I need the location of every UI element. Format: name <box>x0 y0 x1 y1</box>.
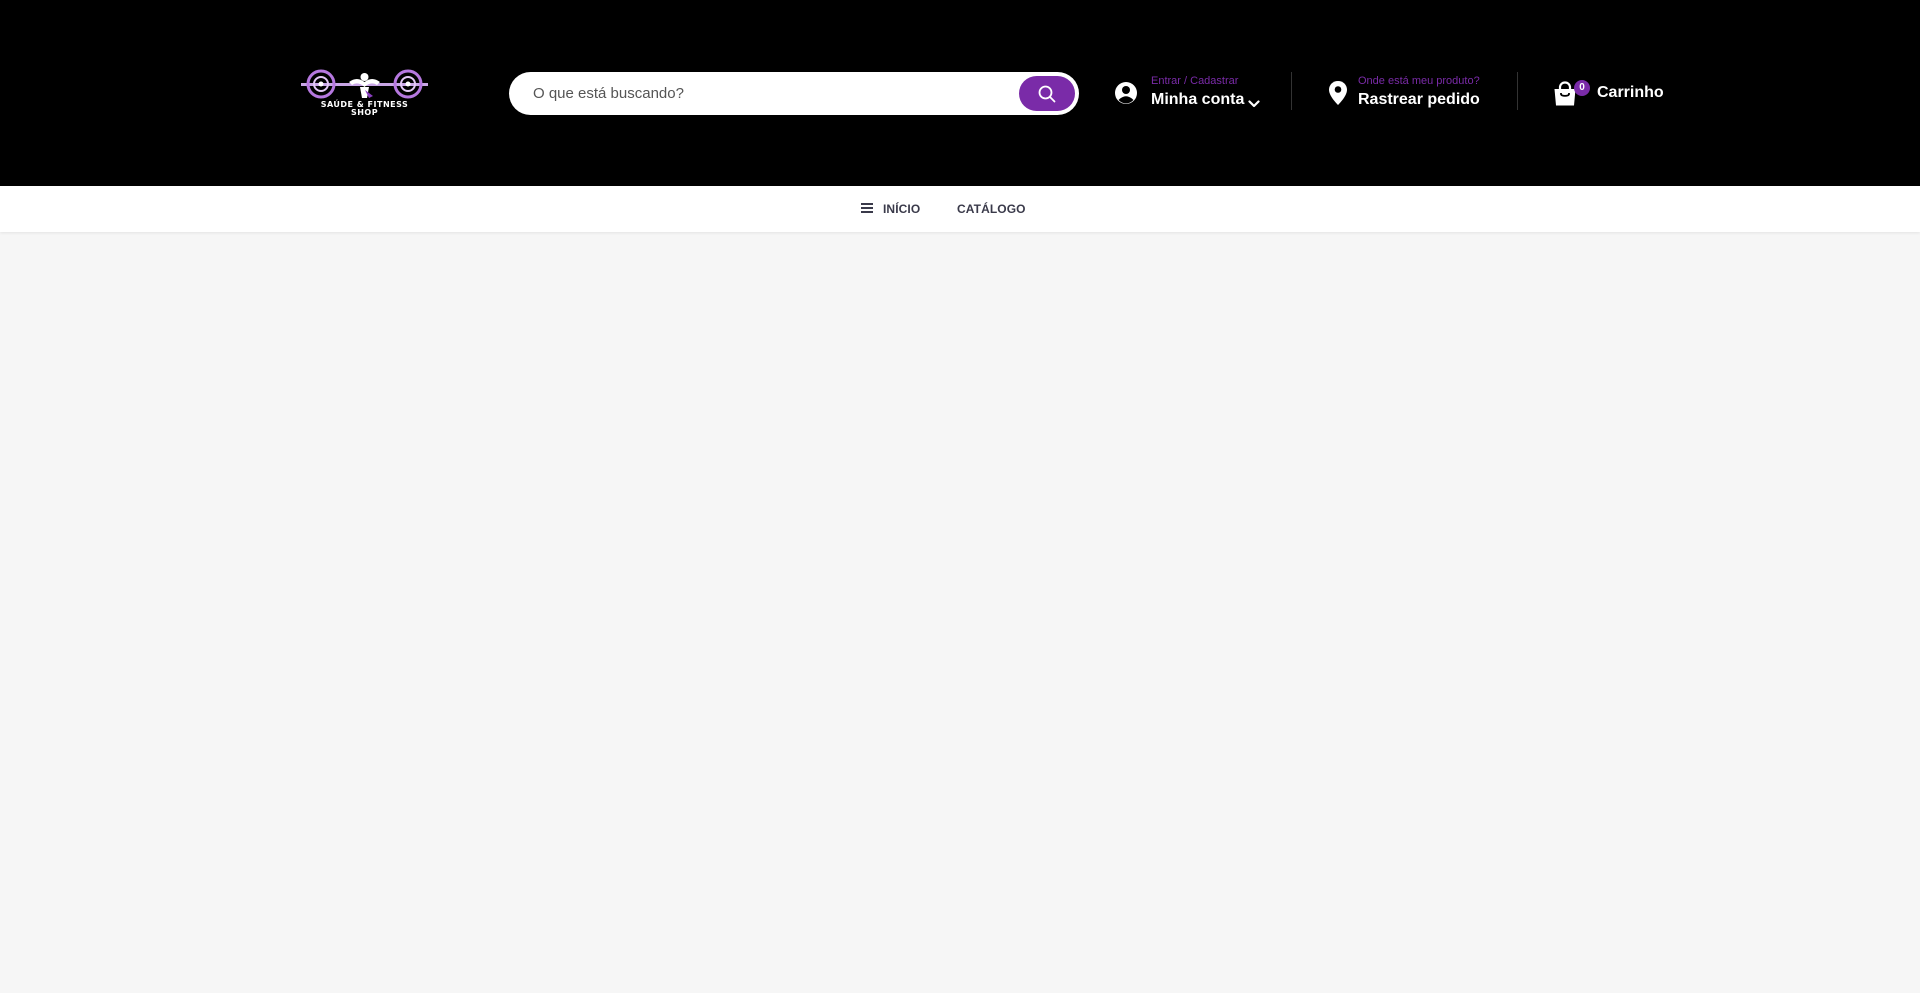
search-bar <box>509 72 1079 115</box>
account-label: Minha conta <box>1151 91 1245 108</box>
logo-barbell-icon <box>301 69 428 99</box>
user-circle-icon <box>1114 81 1138 110</box>
cart-count-badge: 0 <box>1574 80 1590 96</box>
account-sublabel: Entrar / Cadastrar <box>1151 75 1239 87</box>
track-sublabel: Onde está meu produto? <box>1358 75 1480 87</box>
track-label: Rastrear pedido <box>1358 91 1480 108</box>
main-nav: INÍCIO CATÁLOGO <box>0 186 1920 232</box>
header-divider <box>1291 72 1292 110</box>
store-logo[interactable]: SAÚDE & FITNESS SHOP <box>293 68 436 120</box>
site-header: SAÚDE & FITNESS SHOP Entrar / Cadastrar … <box>0 0 1920 186</box>
search-input[interactable] <box>533 72 1013 115</box>
logo-text: SAÚDE & FITNESS SHOP <box>320 100 409 117</box>
nav-item-catalogo[interactable]: CATÁLOGO <box>957 200 1026 218</box>
menu-icon <box>861 202 873 216</box>
search-icon <box>1038 85 1056 102</box>
nav-item-label: CATÁLOGO <box>957 202 1026 216</box>
header-divider <box>1517 72 1518 110</box>
chevron-down-icon <box>1248 95 1260 113</box>
nav-item-label: INÍCIO <box>883 202 921 216</box>
search-button[interactable] <box>1019 76 1075 111</box>
nav-item-inicio[interactable]: INÍCIO <box>861 200 920 218</box>
map-pin-icon <box>1328 80 1348 111</box>
cart-label: Carrinho <box>1597 84 1664 101</box>
